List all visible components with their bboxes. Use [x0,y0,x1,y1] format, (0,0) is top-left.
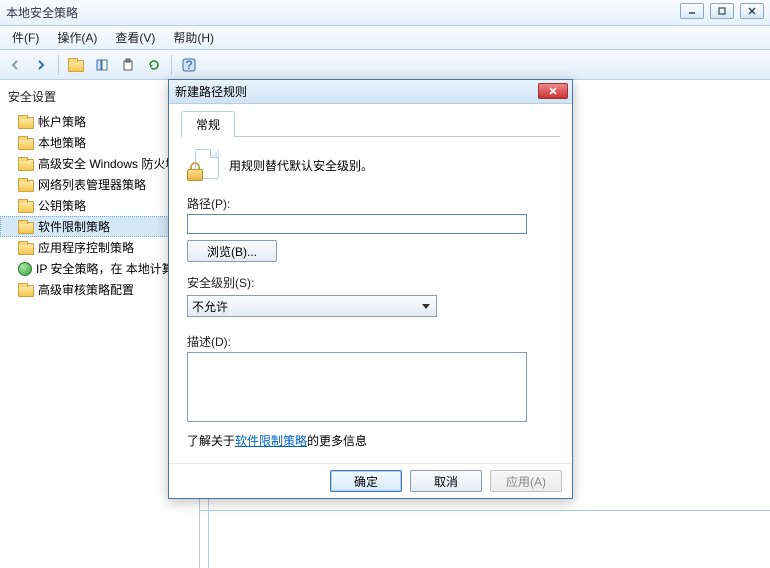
tree-item-label: 本地策略 [38,134,86,151]
learn-more-row: 了解关于软件限制策略的更多信息 [187,432,554,449]
folder-icon [18,178,34,192]
folder-icon [18,199,34,213]
svg-text:?: ? [186,58,193,72]
show-hide-tree-button[interactable] [91,54,113,76]
learn-suffix: 的更多信息 [307,434,367,448]
clipboard-button[interactable] [117,54,139,76]
rule-description: 用规则替代默认安全级别。 [229,157,373,174]
menu-file[interactable]: 件(F) [4,27,47,48]
security-level-value: 不允许 [192,298,228,315]
tab-content: 用规则替代默认安全级别。 路径(P): 浏览(B)... 安全级别(S): 不允… [181,137,560,455]
forward-button[interactable] [30,54,52,76]
tree-item-label: 软件限制策略 [38,218,110,235]
ok-button[interactable]: 确定 [330,470,402,492]
tab-general[interactable]: 常规 [181,111,235,137]
tabstrip: 常规 [181,110,560,137]
toolbar: ? [0,50,770,80]
folder-icon [18,241,34,255]
menubar: 件(F) 操作(A) 查看(V) 帮助(H) [0,26,770,50]
refresh-button[interactable] [143,54,165,76]
dialog-close-button[interactable] [538,83,568,99]
path-input[interactable] [187,214,527,234]
main-window: 本地安全策略 件(F) 操作(A) 查看(V) 帮助(H) ? 安全设置 帐户策… [0,0,770,568]
minimize-button[interactable] [680,3,704,19]
window-title: 本地安全策略 [6,4,78,21]
new-path-rule-dialog: 新建路径规则 常规 用规则替代默认安全级别。 路径(P): 浏览(B)... 安 [168,79,573,499]
folder-icon [18,283,34,297]
description-textarea[interactable] [187,352,527,422]
rule-description-row: 用规则替代默认安全级别。 [187,149,554,181]
tree-item-label: 帐户策略 [38,113,86,130]
menu-view[interactable]: 查看(V) [107,27,163,48]
menu-help[interactable]: 帮助(H) [165,27,222,48]
path-label: 路径(P): [187,195,554,212]
menu-action[interactable]: 操作(A) [49,27,105,48]
globe-icon [18,262,32,276]
titlebar: 本地安全策略 [0,0,770,26]
learn-more-link[interactable]: 软件限制策略 [235,434,307,448]
tree-item-label: 公钥策略 [38,197,86,214]
browse-button[interactable]: 浏览(B)... [187,240,277,262]
dialog-title: 新建路径规则 [175,83,247,100]
learn-prefix: 了解关于 [187,434,235,448]
cancel-button[interactable]: 取消 [410,470,482,492]
folder-up-icon [68,58,84,72]
tree-item-label: IP 安全策略，在 本地计算 [36,260,174,277]
dialog-titlebar[interactable]: 新建路径规则 [169,80,572,104]
toolbar-separator [58,55,59,75]
apply-button[interactable]: 应用(A) [490,470,562,492]
tree-item-label: 网络列表管理器策略 [38,176,146,193]
security-level-select[interactable]: 不允许 [187,295,437,317]
security-level-label: 安全级别(S): [187,274,554,291]
lock-document-icon [187,149,219,181]
folder-icon [18,157,34,171]
folder-icon [18,136,34,150]
folder-icon [18,115,34,129]
content-divider [200,510,770,511]
description-label: 描述(D): [187,333,554,350]
dialog-buttons: 确定 取消 应用(A) [169,463,572,498]
folder-icon [18,220,34,234]
tree-item-label: 高级审核策略配置 [38,281,134,298]
close-window-button[interactable] [740,3,764,19]
window-controls [680,3,764,19]
up-button[interactable] [65,54,87,76]
tree-item-label: 应用程序控制策略 [38,239,134,256]
dialog-body: 常规 用规则替代默认安全级别。 路径(P): 浏览(B)... 安全级别(S):… [169,104,572,463]
back-button[interactable] [4,54,26,76]
maximize-button[interactable] [710,3,734,19]
toolbar-separator [171,55,172,75]
help-button[interactable]: ? [178,54,200,76]
tree-item-label: 高级安全 Windows 防火墙 [38,155,177,172]
